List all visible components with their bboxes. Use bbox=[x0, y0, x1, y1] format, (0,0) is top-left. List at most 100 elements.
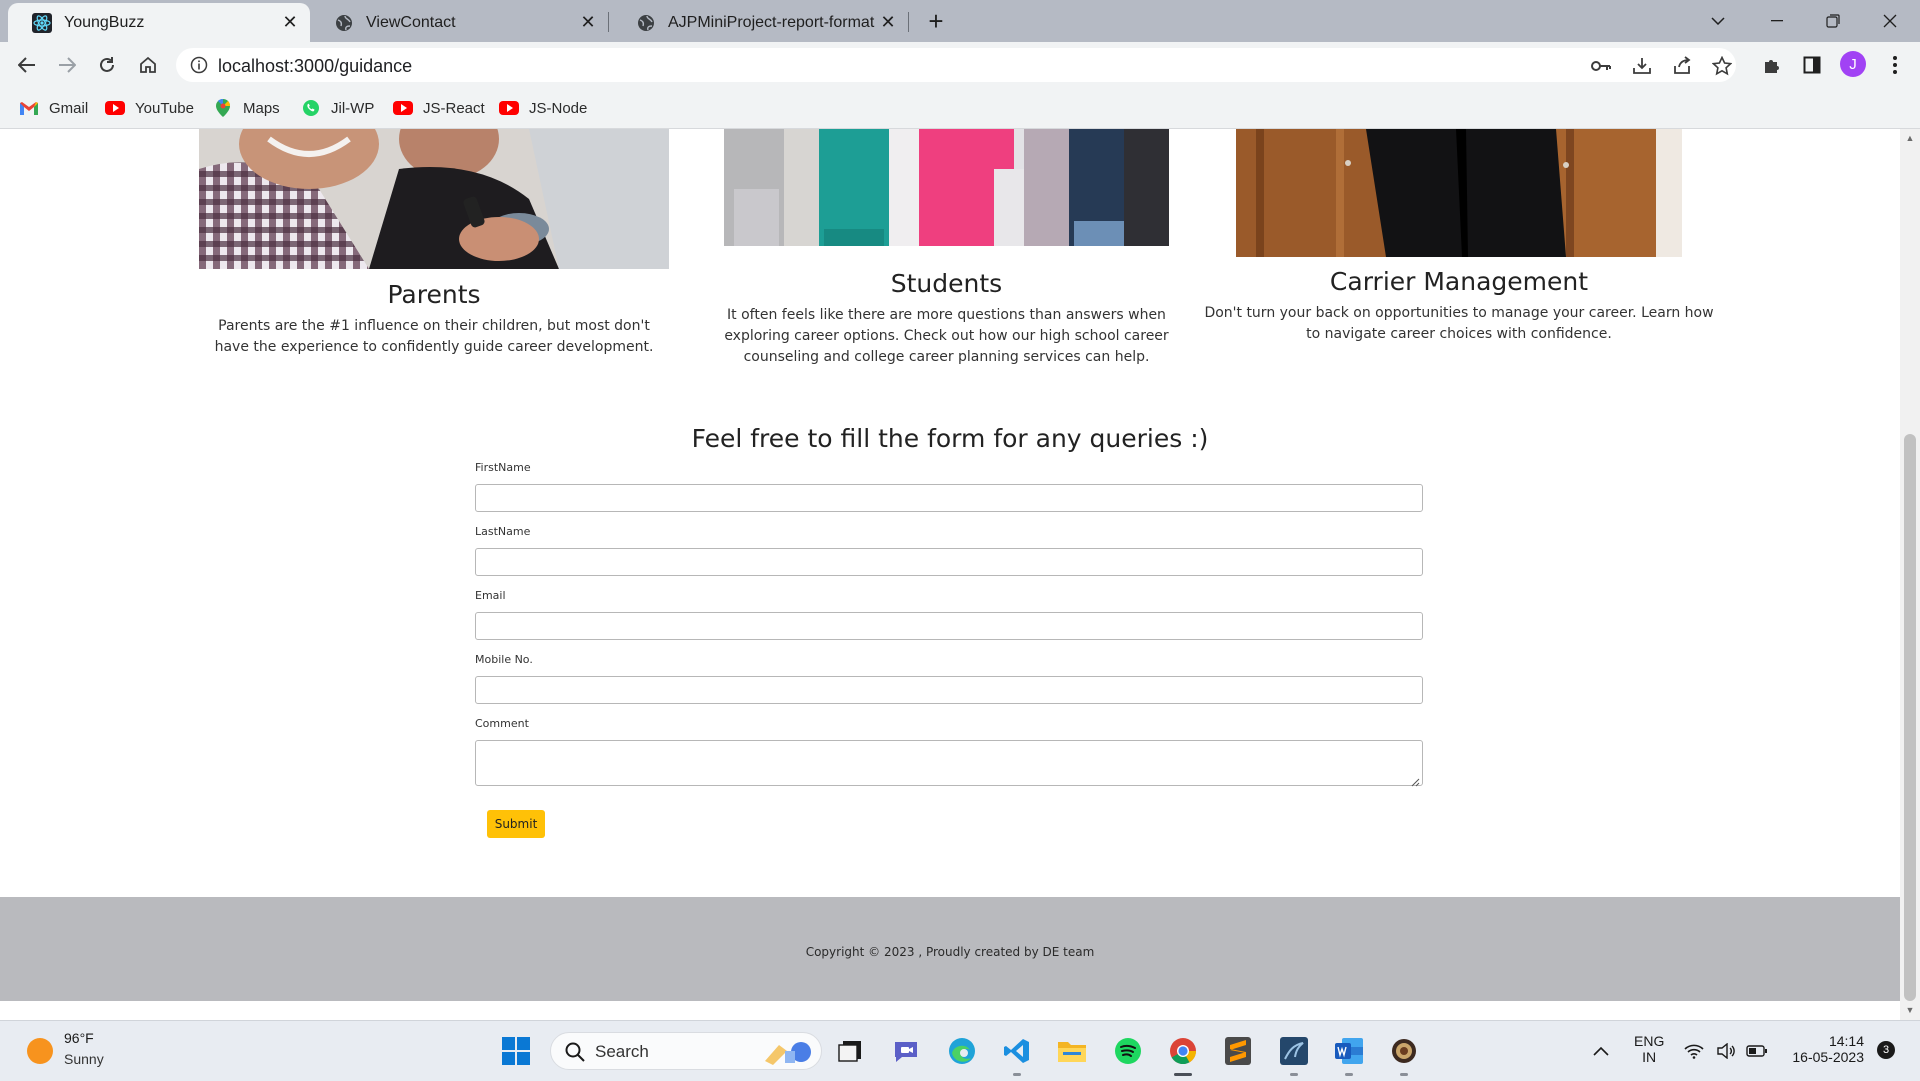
tab-viewcontact[interactable]: ViewContact ✕ bbox=[310, 3, 608, 42]
tab-search-chevron-down-icon[interactable] bbox=[1696, 6, 1740, 36]
site-info-icon[interactable] bbox=[190, 56, 208, 74]
comment-label: Comment bbox=[475, 717, 529, 730]
minimize-icon[interactable] bbox=[1755, 6, 1799, 36]
clock-time: 14:14 bbox=[1828, 1033, 1864, 1049]
word-icon[interactable] bbox=[1332, 1034, 1366, 1068]
students-group-photo bbox=[724, 129, 1169, 246]
parents-hugging-photo bbox=[199, 129, 669, 269]
home-icon[interactable] bbox=[133, 50, 163, 80]
resize-handle-icon[interactable] bbox=[1411, 774, 1420, 787]
bookmark-youtube[interactable]: YouTube bbox=[104, 96, 194, 120]
running-indicator bbox=[1400, 1073, 1408, 1076]
react-icon bbox=[32, 12, 52, 33]
chrome-icon[interactable] bbox=[1166, 1034, 1200, 1068]
bookmark-star-icon[interactable] bbox=[1711, 55, 1733, 77]
lastname-input[interactable] bbox=[475, 548, 1423, 576]
youtube-icon bbox=[498, 100, 520, 116]
show-hidden-icons-chevron-up-icon[interactable] bbox=[1584, 1034, 1618, 1068]
forward-arrow-icon[interactable] bbox=[52, 50, 82, 80]
volume-icon[interactable] bbox=[1714, 1034, 1740, 1068]
bookmark-gmail[interactable]: Gmail bbox=[18, 96, 88, 120]
youtube-icon bbox=[392, 100, 414, 116]
email-label: Email bbox=[475, 589, 506, 602]
new-tab-plus-icon[interactable]: + bbox=[922, 8, 950, 36]
bookmark-label: Gmail bbox=[49, 99, 89, 117]
windows-start-icon[interactable] bbox=[499, 1034, 533, 1068]
submit-button[interactable]: Submit bbox=[487, 810, 545, 838]
clock[interactable]: 14:14 16-05-2023 bbox=[1782, 1033, 1864, 1065]
firstname-input[interactable] bbox=[475, 484, 1423, 512]
bookmark-js-react[interactable]: JS-React bbox=[392, 96, 485, 120]
file-explorer-icon[interactable] bbox=[1055, 1034, 1089, 1068]
address-bar[interactable]: localhost:3000/guidance bbox=[176, 48, 1736, 82]
sun-weather-icon[interactable] bbox=[27, 1038, 53, 1064]
edge-browser-icon[interactable] bbox=[945, 1034, 979, 1068]
share-icon[interactable] bbox=[1671, 55, 1693, 77]
close-tab-icon[interactable]: ✕ bbox=[876, 11, 900, 35]
install-download-icon[interactable] bbox=[1631, 55, 1653, 77]
mobile-label: Mobile No. bbox=[475, 653, 533, 666]
profile-avatar[interactable]: J bbox=[1840, 51, 1866, 77]
running-indicator bbox=[1345, 1073, 1353, 1076]
scroll-down-arrow-icon[interactable]: ▼ bbox=[1904, 1005, 1916, 1015]
back-arrow-icon[interactable] bbox=[12, 50, 42, 80]
language-indicator[interactable]: ENG IN bbox=[1634, 1033, 1664, 1065]
language-code: ENG bbox=[1634, 1033, 1665, 1049]
weather-description[interactable]: Sunny bbox=[64, 1051, 104, 1067]
businessman-doors-photo bbox=[1236, 129, 1682, 257]
tab-title: YoungBuzz bbox=[64, 13, 145, 31]
footer-copyright: Copyright © 2023 , Proudly created by DE… bbox=[805, 945, 1095, 959]
bookmark-label: Jil-WP bbox=[331, 99, 375, 117]
notification-count-badge[interactable]: 3 bbox=[1877, 1041, 1895, 1059]
tab-youngbuzz[interactable]: YoungBuzz ✕ bbox=[8, 3, 310, 42]
battery-icon[interactable] bbox=[1744, 1034, 1770, 1068]
side-panel-icon[interactable] bbox=[1797, 50, 1827, 80]
running-indicator bbox=[1290, 1073, 1298, 1076]
page-footer: Copyright © 2023 , Proudly created by DE… bbox=[0, 897, 1900, 1001]
extensions-puzzle-icon[interactable] bbox=[1757, 50, 1787, 80]
globe-icon bbox=[636, 13, 656, 33]
active-app-indicator bbox=[1174, 1073, 1192, 1076]
taskbar-search-box[interactable]: Search bbox=[550, 1032, 822, 1070]
bookmarks-bar: Gmail YouTube Maps Jil-WP JS-React JS-No… bbox=[0, 88, 1920, 129]
clock-date: 16-05-2023 bbox=[1792, 1049, 1864, 1065]
bookmark-maps[interactable]: Maps bbox=[212, 96, 280, 120]
lastname-label: LastName bbox=[475, 525, 531, 538]
scrollbar-thumb[interactable] bbox=[1904, 434, 1916, 1001]
form-heading: Feel free to fill the form for any queri… bbox=[691, 424, 1209, 453]
task-view-icon[interactable] bbox=[833, 1034, 867, 1068]
card-text-students: It often feels like there are more quest… bbox=[724, 307, 1169, 365]
bookmark-label: JS-React bbox=[423, 99, 485, 117]
tab-ajpminiproject[interactable]: AJPMiniProject-report-format (3) ✕ bbox=[612, 3, 908, 42]
bookmark-label: JS-Node bbox=[529, 99, 588, 117]
weather-temperature[interactable]: 96°F bbox=[64, 1030, 94, 1046]
firstname-label: FirstName bbox=[475, 461, 531, 474]
close-tab-icon[interactable]: ✕ bbox=[576, 11, 600, 35]
mysql-workbench-icon[interactable] bbox=[1277, 1034, 1311, 1068]
wifi-icon[interactable] bbox=[1681, 1034, 1707, 1068]
tab-divider bbox=[908, 12, 909, 32]
reload-icon[interactable] bbox=[92, 50, 122, 80]
vscode-icon[interactable] bbox=[1000, 1034, 1034, 1068]
card-title-carrier-management: Carrier Management bbox=[1329, 267, 1589, 296]
sublime-text-icon[interactable] bbox=[1221, 1034, 1255, 1068]
mobile-input[interactable] bbox=[475, 676, 1423, 704]
search-icon bbox=[565, 1042, 585, 1062]
browser-menu-icon[interactable] bbox=[1880, 50, 1910, 80]
bookmark-js-node[interactable]: JS-Node bbox=[498, 96, 587, 120]
globe-icon bbox=[334, 13, 354, 33]
email-input[interactable] bbox=[475, 612, 1423, 640]
spotify-icon[interactable] bbox=[1111, 1034, 1145, 1068]
card-title-parents: Parents bbox=[387, 280, 481, 309]
close-tab-icon[interactable]: ✕ bbox=[278, 11, 302, 35]
app-badge-icon[interactable] bbox=[1387, 1034, 1421, 1068]
scroll-up-arrow-icon[interactable]: ▲ bbox=[1904, 133, 1916, 143]
close-window-icon[interactable] bbox=[1868, 6, 1912, 36]
teams-chat-icon[interactable] bbox=[889, 1034, 923, 1068]
bookmark-jil-wp[interactable]: Jil-WP bbox=[300, 96, 374, 120]
password-key-icon[interactable] bbox=[1590, 55, 1612, 77]
tab-title: AJPMiniProject-report-format (3) bbox=[668, 13, 876, 31]
page-scrollbar[interactable]: ▲ ▼ bbox=[1900, 129, 1920, 1020]
restore-icon[interactable] bbox=[1811, 6, 1855, 36]
comment-textarea[interactable] bbox=[475, 740, 1423, 787]
